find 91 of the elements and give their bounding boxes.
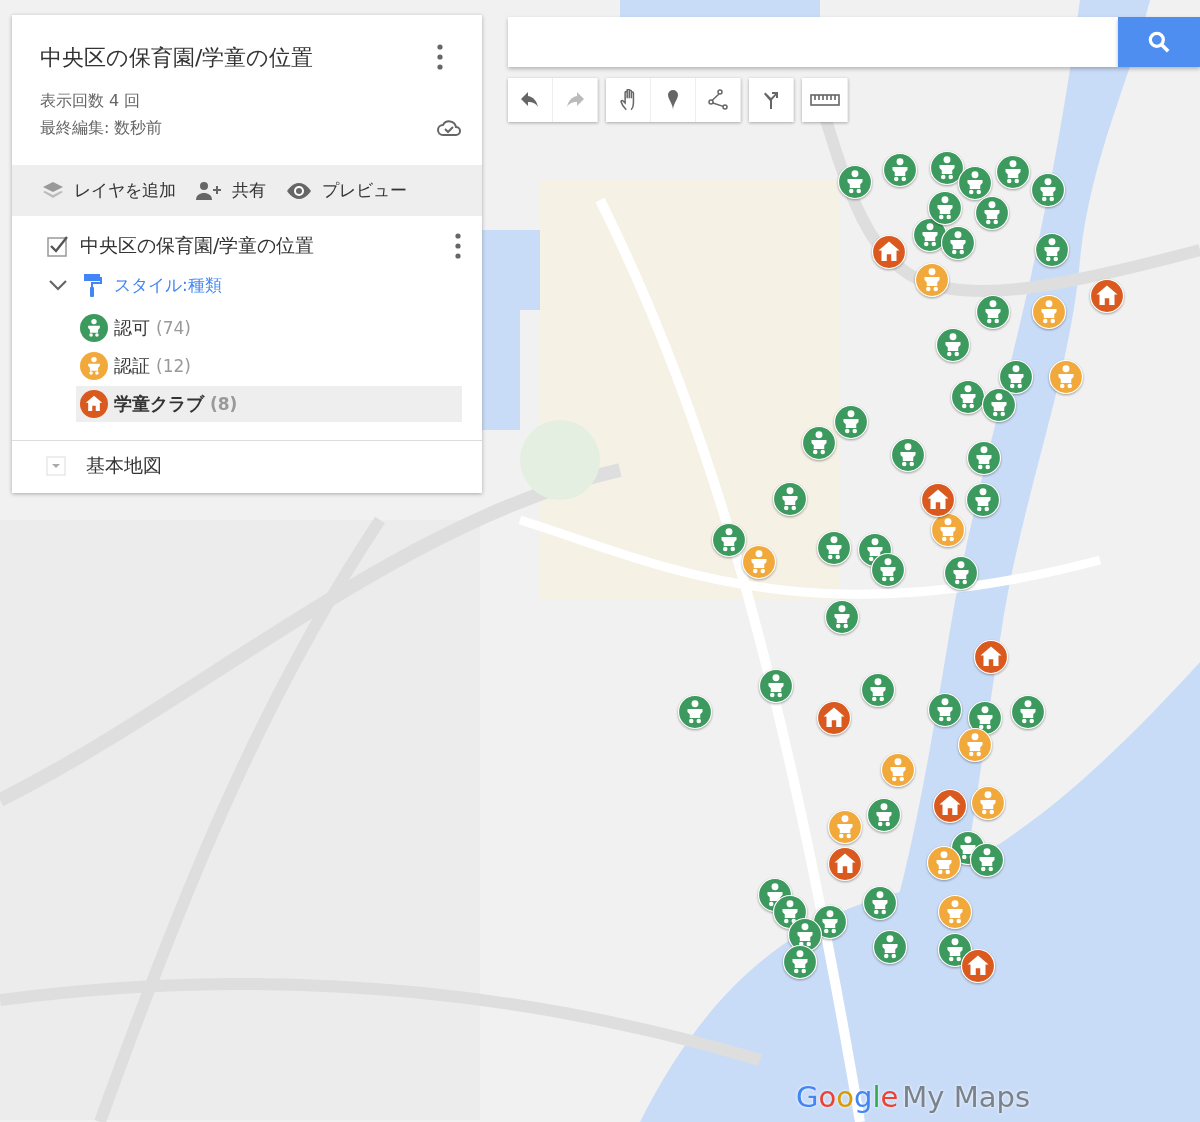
layers-button[interactable]: レイヤを追加 xyxy=(40,179,176,202)
baby-marker-icon[interactable] xyxy=(957,727,993,763)
baby-marker-icon[interactable] xyxy=(866,797,902,833)
baby-marker-icon[interactable] xyxy=(927,692,963,728)
baby-marker-icon[interactable] xyxy=(929,150,965,186)
line-icon xyxy=(706,88,730,112)
house-marker-icon[interactable] xyxy=(816,700,852,736)
baby-marker-icon[interactable] xyxy=(870,552,906,588)
baby-marker-icon[interactable] xyxy=(950,379,986,415)
search-icon xyxy=(1146,29,1172,55)
style-link[interactable]: スタイル:種類 xyxy=(114,273,222,297)
baby-marker-icon[interactable] xyxy=(801,425,837,461)
baby-marker-icon[interactable] xyxy=(927,190,963,226)
route-tool-button[interactable] xyxy=(749,78,794,122)
baby-marker-icon[interactable] xyxy=(862,885,898,921)
baby-marker-icon[interactable] xyxy=(882,152,918,188)
baby-marker-icon[interactable] xyxy=(914,262,950,298)
logo: Google My Maps xyxy=(796,1080,1031,1114)
search-field[interactable] xyxy=(508,17,1118,67)
more-options-icon[interactable] xyxy=(454,232,462,260)
baby-marker-icon[interactable] xyxy=(957,165,993,201)
last-edited: 最終編集: 数秒前 xyxy=(40,118,164,139)
baby-marker-icon[interactable] xyxy=(998,359,1034,395)
baby-marker-icon[interactable] xyxy=(772,481,808,517)
baby-marker-icon[interactable] xyxy=(890,437,926,473)
baby-marker-icon[interactable] xyxy=(782,944,818,980)
baby-marker-icon[interactable] xyxy=(937,894,973,930)
baby-marker-icon[interactable] xyxy=(926,845,962,881)
category-label: 認可 xyxy=(114,316,150,340)
baby-marker-icon[interactable] xyxy=(1030,172,1066,208)
baby-marker-icon[interactable] xyxy=(974,195,1010,231)
marker-tool-button[interactable] xyxy=(651,78,696,122)
baby-marker-icon[interactable] xyxy=(943,555,979,591)
baby-marker-icon[interactable] xyxy=(1048,359,1084,395)
baby-marker-icon[interactable] xyxy=(965,482,1001,518)
baby-marker-icon[interactable] xyxy=(758,668,794,704)
layer-name: 中央区の保育園/学童の位置 xyxy=(80,233,316,258)
preview-button[interactable]: プレビュー xyxy=(284,179,407,202)
baby-marker-icon[interactable] xyxy=(833,404,869,440)
line-tool-button[interactable] xyxy=(696,78,741,122)
baby-marker-icon[interactable] xyxy=(1034,232,1070,268)
baby-marker-icon[interactable] xyxy=(872,929,908,965)
base-map-label: 基本地図 xyxy=(86,453,162,478)
more-options-icon[interactable] xyxy=(436,43,444,71)
baby-marker-icon[interactable] xyxy=(860,672,896,708)
baby-marker-icon[interactable] xyxy=(677,694,713,730)
baby-marker-icon[interactable] xyxy=(827,809,863,845)
view-count: 表示回数 4 回 xyxy=(40,91,142,112)
baby-marker-icon[interactable] xyxy=(975,294,1011,330)
legend-item[interactable]: 認証 (12) xyxy=(76,348,462,384)
baby-marker-icon[interactable] xyxy=(981,387,1017,423)
house-marker-icon[interactable] xyxy=(973,639,1009,675)
ruler-tool-button[interactable] xyxy=(802,78,848,122)
baby-marker-icon[interactable] xyxy=(940,225,976,261)
hand-icon xyxy=(619,89,637,111)
category-count: (12) xyxy=(156,356,191,376)
map-title: 中央区の保育園/学童の位置 xyxy=(40,44,315,72)
baby-marker-icon[interactable] xyxy=(995,154,1031,190)
category-count: (74) xyxy=(156,318,191,338)
baby-marker-icon[interactable] xyxy=(930,512,966,548)
house-marker-icon[interactable] xyxy=(960,948,996,984)
legend-item[interactable]: 認可 (74) xyxy=(76,310,462,346)
baby-marker-icon[interactable] xyxy=(816,530,852,566)
baby-marker-icon[interactable] xyxy=(824,599,860,635)
house-marker-icon[interactable] xyxy=(920,482,956,518)
baby-marker-icon[interactable] xyxy=(970,785,1006,821)
category-count: (8) xyxy=(210,394,238,414)
baby-marker-icon[interactable] xyxy=(741,544,777,580)
search-button[interactable] xyxy=(1118,17,1200,67)
share-button[interactable]: 共有 xyxy=(194,179,266,202)
house-marker-icon[interactable] xyxy=(932,788,968,824)
undo-tool-button[interactable] xyxy=(508,78,553,122)
baby-marker-icon[interactable] xyxy=(966,440,1002,476)
baby-marker-icon[interactable] xyxy=(935,327,971,363)
dropdown-icon[interactable] xyxy=(46,456,66,476)
baby-marker-icon[interactable] xyxy=(1010,694,1046,730)
category-label: 学童クラブ xyxy=(114,392,204,416)
house-marker-icon[interactable] xyxy=(1089,278,1125,314)
add-person-icon xyxy=(194,179,224,202)
legend-item[interactable]: 学童クラブ (8) xyxy=(76,386,462,422)
baby-marker-icon[interactable] xyxy=(1031,294,1067,330)
cloud-saved-icon xyxy=(436,118,462,138)
baby-marker-icon[interactable] xyxy=(969,842,1005,878)
baby-marker-icon[interactable] xyxy=(711,522,747,558)
house-marker-icon[interactable] xyxy=(827,846,863,882)
baby-marker-icon[interactable] xyxy=(880,752,916,788)
baby-marker-icon[interactable] xyxy=(837,164,873,200)
hand-tool-button[interactable] xyxy=(606,78,651,122)
house-marker-icon[interactable] xyxy=(871,234,907,270)
layer-checkbox[interactable] xyxy=(46,234,70,258)
category-label: 認証 xyxy=(114,354,150,378)
